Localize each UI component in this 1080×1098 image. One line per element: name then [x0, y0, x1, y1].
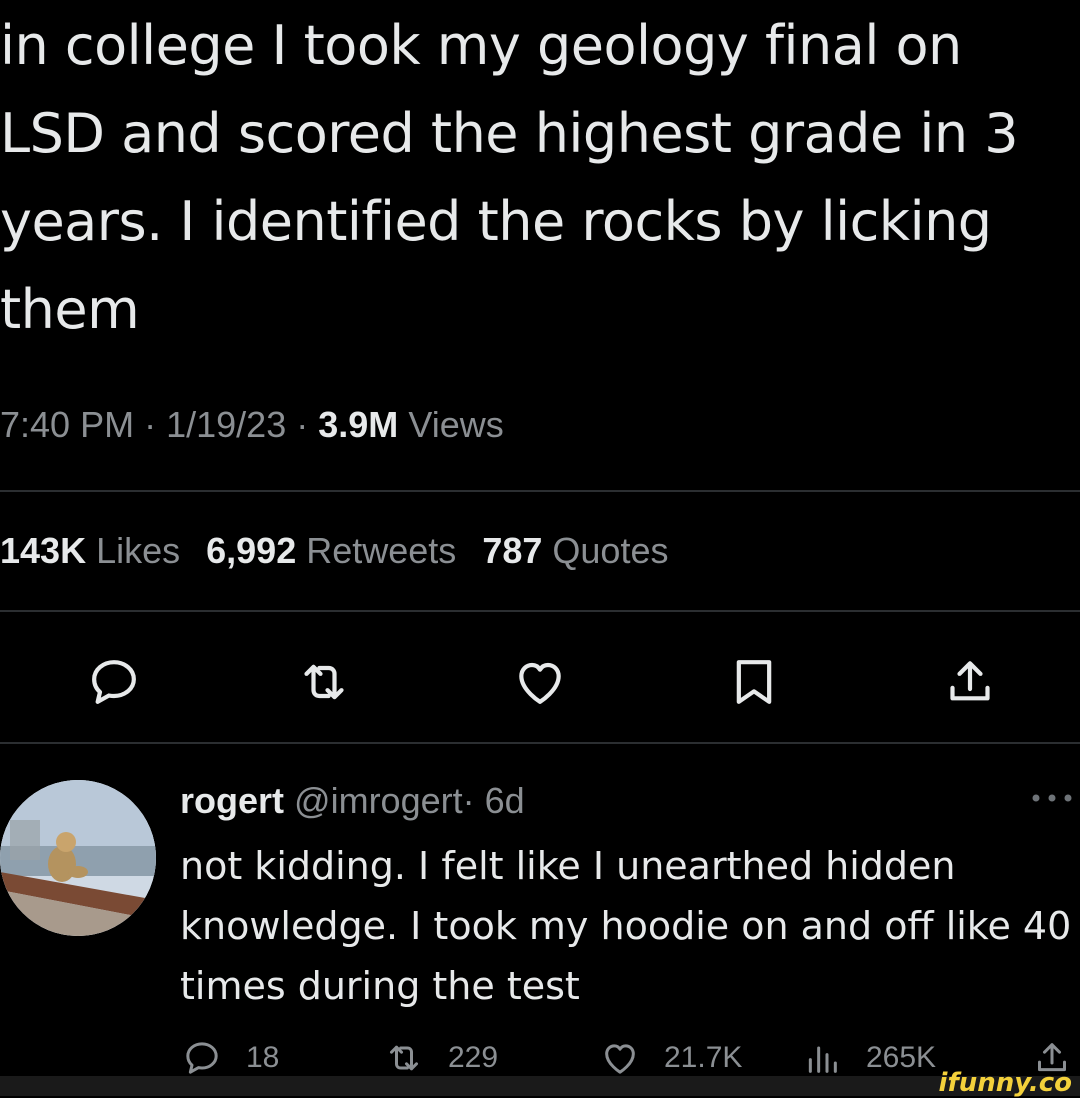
- engagement-stats: 143K Likes 6,992 Retweets 787 Quotes: [0, 530, 668, 572]
- like-count: 21.7K: [664, 1041, 743, 1074]
- more-icon: [1032, 794, 1072, 802]
- tweet-date: 1/19/23: [166, 404, 287, 445]
- quotes-stat[interactable]: 787 Quotes: [482, 530, 668, 571]
- avatar[interactable]: [0, 780, 156, 936]
- more-options-button[interactable]: [1030, 788, 1074, 808]
- reply-author-name[interactable]: rogert: [180, 780, 284, 821]
- bookmark-icon: [736, 660, 772, 704]
- views-icon: [808, 1046, 837, 1073]
- retweets-stat[interactable]: 6,992 Retweets: [206, 530, 456, 571]
- views-count: 265K: [866, 1041, 937, 1074]
- avatar-photo: [0, 780, 156, 936]
- retweet-icon: [304, 664, 344, 700]
- retweet-count: 229: [448, 1041, 499, 1074]
- reply-age: · 6d: [462, 780, 525, 821]
- reply-count: 18: [246, 1041, 280, 1074]
- divider: [0, 490, 1080, 492]
- tweet-action-bar: [0, 640, 1080, 730]
- divider: [0, 742, 1080, 744]
- tweet-meta: 7:40 PM · 1/19/23 · 3.9M Views: [0, 404, 504, 446]
- like-icon: [605, 1044, 635, 1074]
- reply-icon: [92, 660, 136, 704]
- likes-stat[interactable]: 143K Likes: [0, 530, 180, 571]
- views-label: Views: [408, 404, 504, 445]
- tweet-text: in college I took my geology final on LS…: [0, 14, 1019, 341]
- reply-tweet[interactable]: rogert @imrogert· 6d not kidding. I felt…: [0, 760, 1080, 1096]
- tweet-time: 7:40 PM: [0, 404, 135, 445]
- reply-header: rogert @imrogert· 6d: [180, 780, 525, 822]
- meta-separator: ·: [144, 404, 157, 445]
- reply-author-handle[interactable]: @imrogert: [294, 780, 463, 821]
- divider: [0, 610, 1080, 612]
- like-icon: [519, 662, 561, 704]
- retweets-label: Retweets: [306, 530, 457, 571]
- share-button[interactable]: [938, 650, 1002, 714]
- watermark-logo: ifunny.co: [938, 1068, 1072, 1098]
- like-button[interactable]: [508, 650, 572, 714]
- reply-text: not kidding. I felt like I unearthed hid…: [180, 844, 1072, 1008]
- bookmark-button[interactable]: [722, 650, 786, 714]
- quotes-count: 787: [482, 530, 543, 571]
- share-icon: [950, 661, 990, 701]
- retweets-count: 6,992: [206, 530, 297, 571]
- likes-label: Likes: [96, 530, 181, 571]
- reply-icon: [186, 1042, 218, 1074]
- views-count: 3.9M: [318, 404, 399, 445]
- reply-button[interactable]: [82, 650, 146, 714]
- meta-separator: ·: [296, 404, 309, 445]
- watermark-bar: [0, 1076, 1080, 1096]
- likes-count: 143K: [0, 530, 87, 571]
- retweet-icon: [390, 1045, 418, 1071]
- quotes-label: Quotes: [552, 530, 669, 571]
- retweet-button[interactable]: [292, 650, 356, 714]
